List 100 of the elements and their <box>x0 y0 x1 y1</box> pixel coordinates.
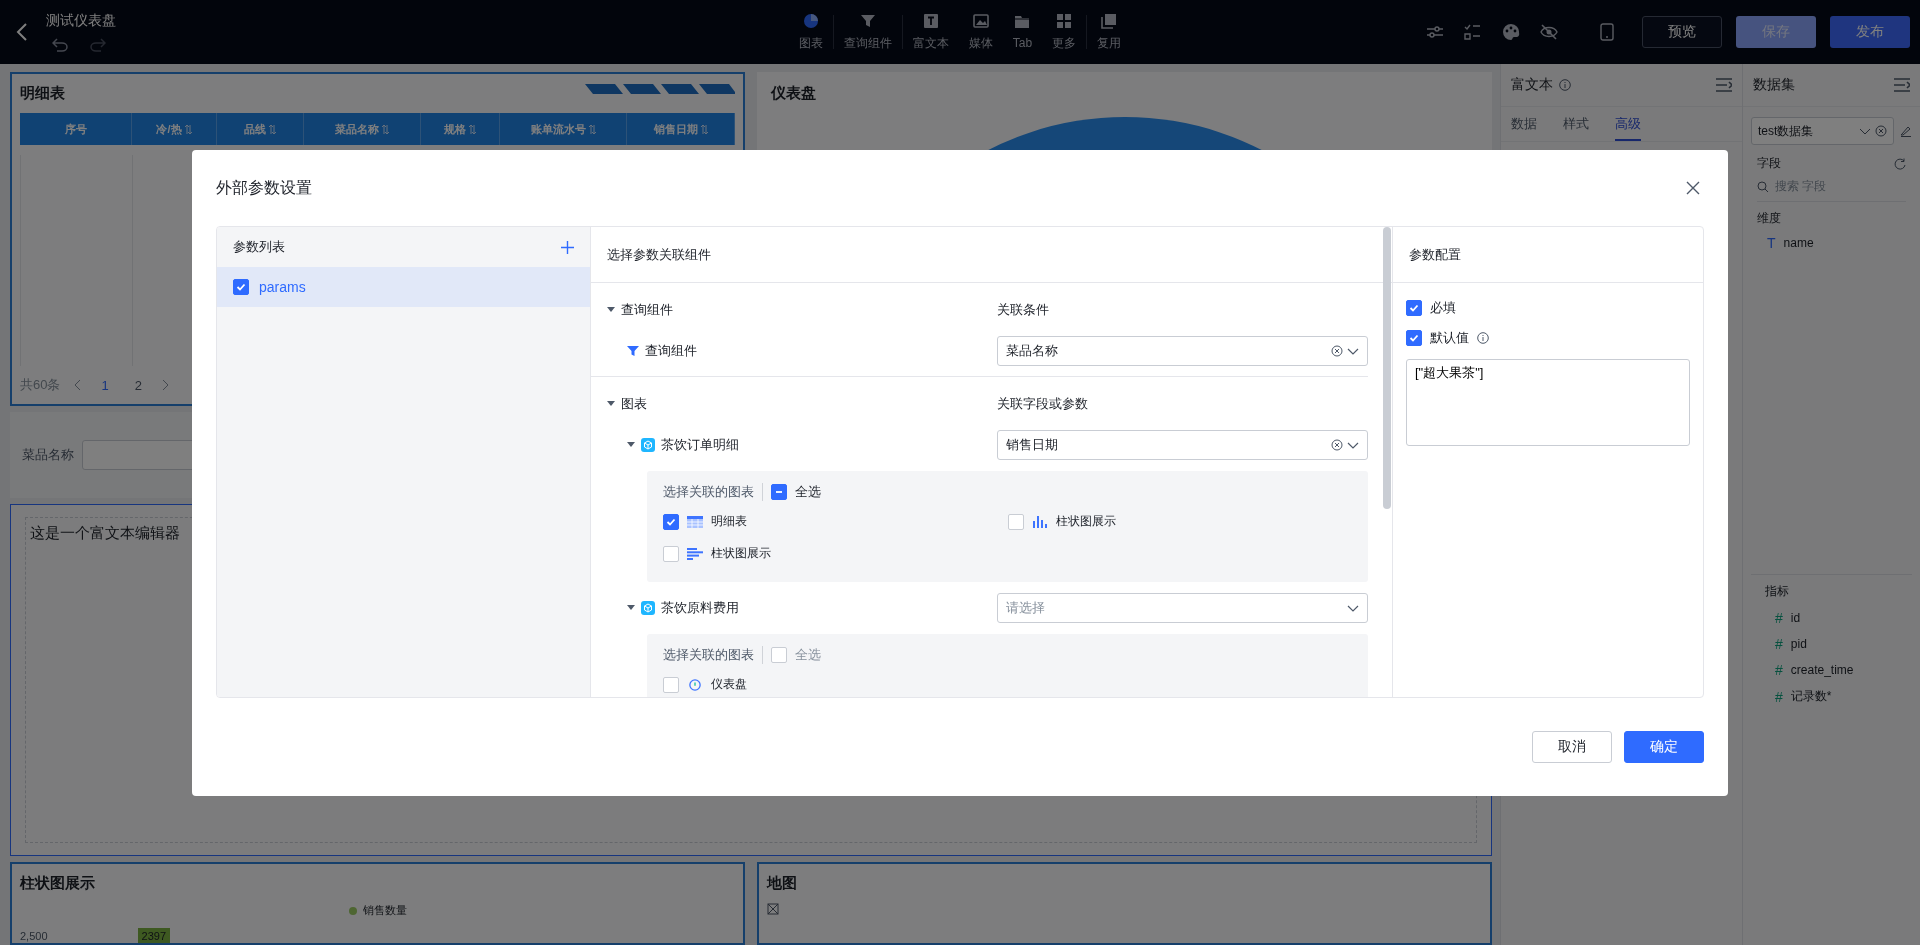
checkbox[interactable] <box>1406 330 1422 346</box>
phone-icon[interactable] <box>1600 23 1614 41</box>
text-type-icon: T <box>1767 235 1776 251</box>
info-icon[interactable] <box>1559 79 1571 91</box>
column-header: 品线 <box>244 121 266 137</box>
folder-tab-icon <box>1014 14 1031 30</box>
back-icon[interactable] <box>16 22 28 42</box>
checkbox[interactable] <box>663 545 679 562</box>
column-header: 账单流水号 <box>530 121 586 137</box>
caret-icon[interactable] <box>627 442 635 448</box>
dataset-select[interactable]: test数据集 <box>1751 117 1894 145</box>
chevron-right-icon[interactable] <box>161 379 169 391</box>
clear-icon[interactable] <box>1331 345 1343 357</box>
checkbox[interactable] <box>663 513 679 530</box>
sort-icon[interactable] <box>700 124 708 134</box>
menu-icon[interactable] <box>1716 78 1732 92</box>
image-icon <box>972 12 989 29</box>
chart-button[interactable]: 图表 <box>788 8 833 56</box>
field-name[interactable]: 记录数* <box>1790 688 1832 705</box>
caret-icon[interactable] <box>607 401 615 407</box>
clear-icon[interactable] <box>1331 439 1343 451</box>
cancel-button[interactable]: 取消 <box>1532 731 1612 763</box>
axis-tick: 2,500 <box>20 930 48 942</box>
palette-icon[interactable] <box>1502 23 1520 41</box>
check-icon <box>1408 332 1420 344</box>
checkbox[interactable] <box>771 647 787 663</box>
checkbox[interactable] <box>233 279 249 295</box>
group-label: 选择关联的图表 <box>663 646 763 664</box>
number-type-icon: # <box>1775 610 1783 626</box>
column-title: 参数列表 <box>233 238 285 256</box>
cube-icon <box>641 438 655 452</box>
field-name[interactable]: id <box>1790 611 1801 625</box>
more-button[interactable]: 更多 <box>1042 8 1087 56</box>
section-label: 字段 <box>1757 155 1781 172</box>
edit-icon[interactable] <box>1900 125 1912 137</box>
panel-tab[interactable]: 高级 <box>1615 107 1641 141</box>
select-all-label[interactable]: 全选 <box>795 483 821 501</box>
dataset-name: 茶饮订单明细 <box>661 436 739 454</box>
page-link[interactable]: 2 <box>128 376 148 394</box>
menu-icon[interactable] <box>1894 78 1910 92</box>
info-icon[interactable] <box>1477 332 1489 344</box>
sort-icon[interactable] <box>184 124 192 134</box>
horizontal-bar-icon <box>687 547 703 560</box>
close-icon[interactable] <box>1686 181 1700 195</box>
sort-icon[interactable] <box>469 124 476 134</box>
check-icon <box>1408 302 1420 314</box>
total-count: 共60条 <box>20 376 61 394</box>
param-item[interactable]: params <box>217 267 590 307</box>
sliders-icon[interactable] <box>1426 23 1444 41</box>
panel-tab[interactable]: 数据 <box>1511 107 1537 141</box>
checkbox[interactable] <box>663 676 679 693</box>
field-name[interactable]: pid <box>1790 637 1807 651</box>
confirm-button[interactable]: 确定 <box>1624 731 1704 763</box>
checkbox[interactable] <box>771 484 787 500</box>
caret-icon[interactable] <box>607 307 615 313</box>
card-title: 地图 <box>767 874 798 893</box>
checkbox[interactable] <box>1406 300 1422 316</box>
legend-dot-icon <box>348 906 357 915</box>
refresh-icon[interactable] <box>1894 157 1906 170</box>
checklist-icon[interactable] <box>1464 23 1482 41</box>
media-button[interactable]: 媒体 <box>958 8 1003 56</box>
check-icon <box>235 281 247 293</box>
chart-name: 明细表 <box>711 513 747 530</box>
chevron-left-icon[interactable] <box>74 379 82 391</box>
checkbox[interactable] <box>1007 513 1024 530</box>
publish-button[interactable]: 发布 <box>1830 16 1910 48</box>
query-component-button[interactable]: 查询组件 <box>833 8 902 56</box>
preview-button[interactable]: 预览 <box>1642 16 1722 48</box>
card-title: 柱状图展示 <box>20 874 96 893</box>
sort-icon[interactable] <box>588 124 596 134</box>
rich-text-button[interactable]: 富文本 <box>902 8 959 56</box>
field-name[interactable]: create_time <box>1790 663 1854 677</box>
cube-icon <box>641 601 655 615</box>
field-name[interactable]: name <box>1783 236 1814 250</box>
select-field[interactable]: 请选择 <box>997 593 1368 623</box>
default-value-field[interactable]: ["超大果茶"] <box>1406 359 1690 446</box>
column-title: 选择参数关联组件 <box>607 245 711 264</box>
field-label: 关联字段或参数 <box>997 395 1089 413</box>
caret-icon[interactable] <box>627 605 635 611</box>
broken-image-icon <box>767 903 779 915</box>
column-header: 冷/热 <box>156 121 182 137</box>
sort-icon[interactable] <box>382 124 389 134</box>
undo-icon[interactable] <box>52 38 68 52</box>
reuse-button[interactable]: 复用 <box>1087 8 1132 56</box>
clear-icon[interactable] <box>1875 125 1887 137</box>
panel-tab[interactable]: 样式 <box>1563 107 1589 141</box>
sort-icon[interactable] <box>269 124 276 134</box>
section-label: 维度 <box>1757 210 1781 227</box>
select-field[interactable]: 销售日期 <box>997 430 1368 460</box>
funnel-icon <box>859 12 876 29</box>
tab-button[interactable]: Tab <box>1002 10 1043 54</box>
dashboard-title: 测试仪表盘 <box>46 12 116 30</box>
select-all-label[interactable]: 全选 <box>795 646 821 664</box>
eye-off-icon[interactable] <box>1540 23 1558 41</box>
page-link[interactable]: 1 <box>95 376 115 394</box>
plus-icon[interactable] <box>561 240 574 254</box>
select-field[interactable]: 菜品名称 <box>997 336 1368 366</box>
scrollbar-thumb[interactable] <box>1383 227 1391 509</box>
column-header: 规格 <box>444 121 466 137</box>
column-title: 参数配置 <box>1409 245 1461 264</box>
